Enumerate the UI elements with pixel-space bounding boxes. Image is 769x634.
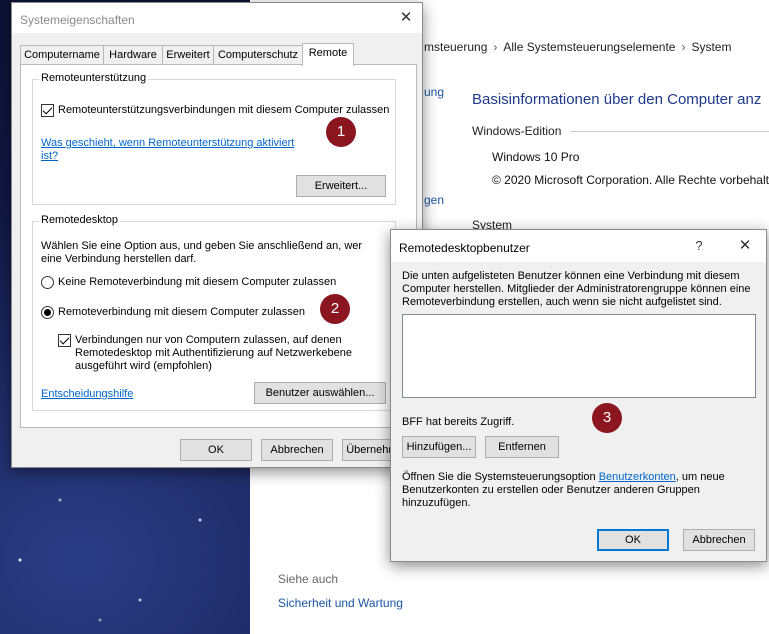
footer-text: Öffnen Sie die Systemsteuerungsoption Be… xyxy=(402,471,725,484)
page-title: Basisinformationen über den Computer anz xyxy=(472,91,762,108)
ok-button[interactable]: OK xyxy=(597,529,669,551)
users-listbox[interactable] xyxy=(402,314,756,398)
sidebar-link[interactable]: ung xyxy=(424,85,444,99)
system-properties-dialog: Systemeigenschaften ✕ Computername Hardw… xyxy=(11,2,423,468)
radio-label: Remoteverbindung mit diesem Computer zul… xyxy=(58,306,306,318)
sidebar-link[interactable]: gen xyxy=(424,193,444,207)
dialog-title: Remotedesktopbenutzer xyxy=(399,241,530,255)
chevron-right-icon: › xyxy=(493,40,498,54)
remote-assistance-help-link-cont[interactable]: ist? xyxy=(41,150,58,163)
group-label: Remotedesktop xyxy=(39,214,121,226)
remove-user-button[interactable]: Entfernen xyxy=(485,436,559,458)
footer-text: hinzuzufügen. xyxy=(402,497,471,509)
cancel-button[interactable]: Abbrechen xyxy=(261,439,333,461)
tab-remote[interactable]: Remote xyxy=(302,43,354,66)
title-bar: Remotedesktopbenutzer ? ✕ xyxy=(391,230,766,262)
windows-edition: Windows 10 Pro xyxy=(492,150,580,164)
footer-text-after: , um neue xyxy=(675,471,725,483)
intro-text: Remoteverbindung erstellen, auch wenn si… xyxy=(402,296,722,308)
nla-label: Remotedesktop mit Authentifizierung auf … xyxy=(75,347,352,359)
annotation-marker-1: 1 xyxy=(326,117,356,147)
tab-erweitert[interactable]: Erweitert xyxy=(162,45,214,65)
ok-button[interactable]: OK xyxy=(180,439,252,461)
see-also-heading: Siehe auch xyxy=(278,572,339,586)
remote-desktop-users-dialog: Remotedesktopbenutzer ? ✕ Die unten aufg… xyxy=(390,229,767,562)
help-icon[interactable]: ? xyxy=(689,237,709,255)
dialog-title: Systemeigenschaften xyxy=(20,13,135,27)
footer-text: Benutzerkonten zu erstellen oder Benutze… xyxy=(402,484,700,496)
remote-desktop-description: Wählen Sie eine Option aus, und geben Si… xyxy=(41,240,363,252)
checkbox-label: Remoteunterstützungsverbindungen mit die… xyxy=(58,104,390,116)
decision-help-link[interactable]: Entscheidungshilfe xyxy=(41,388,133,401)
remote-assistance-help-link[interactable]: Was geschieht, wenn Remoteunterstützung … xyxy=(41,137,294,150)
footer-text-before: Öffnen Sie die Systemsteuerungsoption xyxy=(402,471,599,483)
section-divider xyxy=(570,131,769,132)
chevron-right-icon: › xyxy=(681,40,686,54)
radio-no-remote[interactable] xyxy=(41,276,54,289)
advanced-button[interactable]: Erweitert... xyxy=(296,175,386,197)
breadcrumb-item[interactable]: Alle Systemsteuerungselemente xyxy=(503,40,675,54)
section-title: Windows-Edition xyxy=(472,124,562,138)
remote-assistance-checkbox[interactable] xyxy=(41,104,54,117)
group-label: Remoteunterstützung xyxy=(39,72,149,84)
breadcrumb-item[interactable]: System xyxy=(691,40,731,54)
close-icon[interactable]: ✕ xyxy=(735,237,755,255)
nla-label: Verbindungen nur von Computern zulassen,… xyxy=(75,334,342,346)
breadcrumb: msteuerung › Alle Systemsteuerungselemente… xyxy=(424,40,731,54)
tab-computername[interactable]: Computername xyxy=(20,45,104,65)
close-icon[interactable]: ✕ xyxy=(396,9,416,27)
remote-desktop-description-cont: eine Verbindung herstellen darf. xyxy=(41,253,197,265)
nla-checkbox[interactable] xyxy=(58,334,71,347)
remote-tab-panel: Remoteunterstützung Remoteunterstützungs… xyxy=(20,64,417,428)
intro-text: Computer herstellen. Mitglieder der Admi… xyxy=(402,283,751,295)
radio-label: Keine Remoteverbindung mit diesem Comput… xyxy=(58,276,337,288)
tab-hardware[interactable]: Hardware xyxy=(103,45,163,65)
tab-computerschutz[interactable]: Computerschutz xyxy=(213,45,303,65)
radio-allow-remote[interactable] xyxy=(41,306,54,319)
see-also-link[interactable]: Sicherheit und Wartung xyxy=(278,596,403,610)
intro-text: Die unten aufgelisteten Benutzer können … xyxy=(402,270,740,282)
access-note: BFF hat bereits Zugriff. xyxy=(402,416,515,428)
nla-label: ausgeführt wird (empfohlen) xyxy=(75,360,212,372)
annotation-marker-2: 2 xyxy=(320,294,350,324)
cancel-button[interactable]: Abbrechen xyxy=(683,529,755,551)
user-accounts-link[interactable]: Benutzerkonten xyxy=(599,471,676,483)
annotation-marker-3: 3 xyxy=(592,403,622,433)
select-users-button[interactable]: Benutzer auswählen... xyxy=(254,382,386,404)
copyright-text: © 2020 Microsoft Corporation. Alle Recht… xyxy=(492,173,769,187)
breadcrumb-item[interactable]: msteuerung xyxy=(424,40,487,54)
title-bar: Systemeigenschaften ✕ xyxy=(12,3,422,33)
add-user-button[interactable]: Hinzufügen... xyxy=(402,436,476,458)
